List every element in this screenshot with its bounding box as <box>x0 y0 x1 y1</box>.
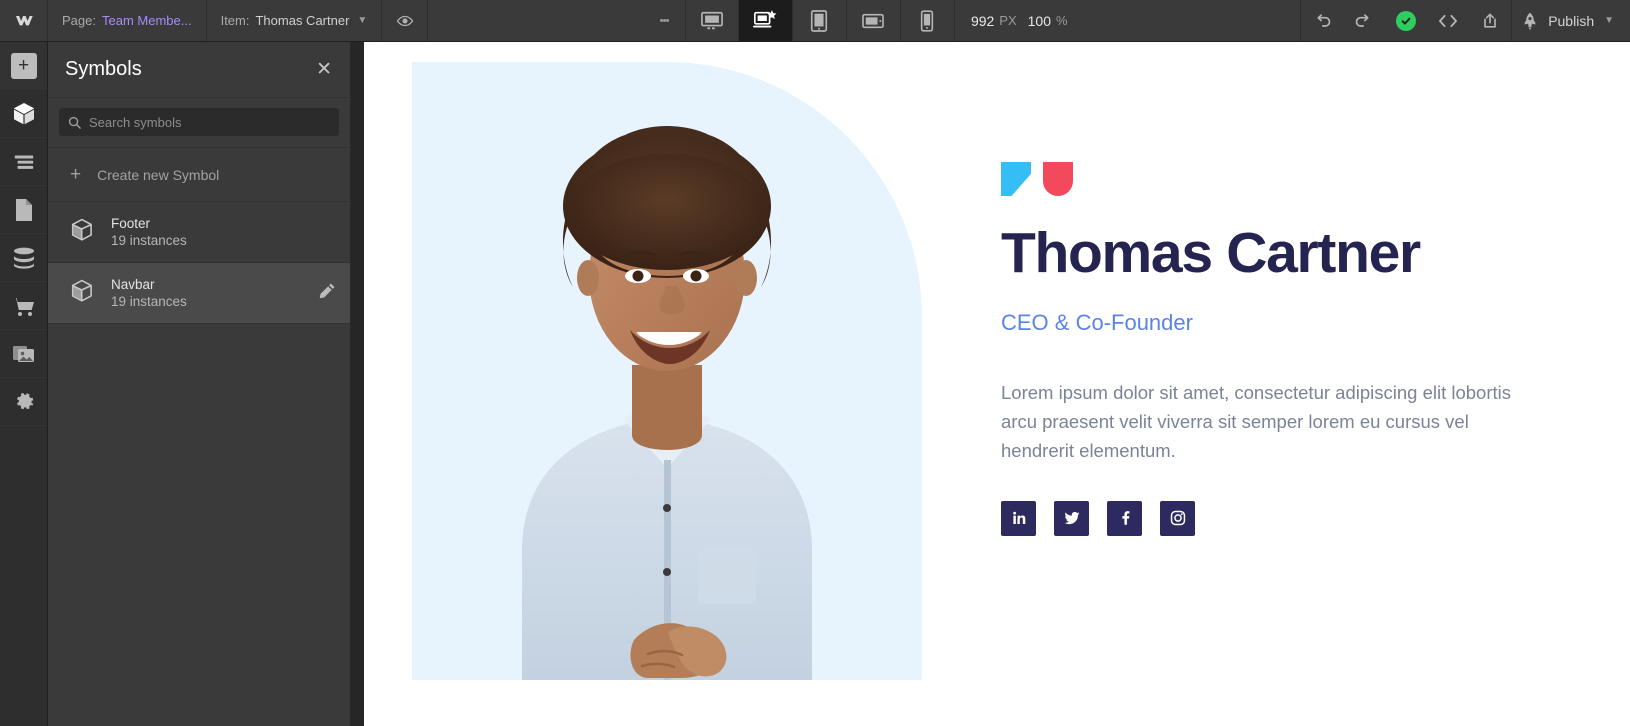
zoom-unit: % <box>1056 13 1068 28</box>
page-document-icon <box>15 198 32 221</box>
zoom-value: 100 <box>1027 12 1051 29</box>
settings-panel-button[interactable] <box>0 378 47 426</box>
facebook-link[interactable] <box>1107 500 1142 536</box>
toolbar-spacer-right <box>1084 0 1301 41</box>
design-canvas[interactable]: Thomas Cartner CEO & Co-Founder Lorem ip… <box>364 42 1630 726</box>
item-value: Thomas Cartner <box>255 13 350 28</box>
tablet-breakpoint[interactable] <box>793 0 847 41</box>
code-brackets-icon[interactable] <box>1427 0 1469 41</box>
symbol-texts: Footer 19 instances <box>111 215 336 249</box>
webflow-logo-icon[interactable] <box>0 0 48 41</box>
portrait-image <box>522 126 812 680</box>
export-share-icon[interactable] <box>1469 0 1511 41</box>
breakpoint-switcher <box>684 0 955 41</box>
publish-button[interactable]: Publish ▼ <box>1511 0 1630 41</box>
team-member-photo-panel <box>412 62 922 680</box>
page-label: Page: <box>62 13 96 28</box>
cube-symbol-icon <box>67 215 97 250</box>
gear-icon <box>16 392 33 409</box>
more-vertical-icon[interactable] <box>645 0 685 41</box>
webflow-designer-window: Page: Team Membe... Item: Thomas Cartner… <box>0 0 1630 726</box>
create-new-symbol-label: Create new Symbol <box>97 166 220 183</box>
facebook-icon <box>1121 511 1129 526</box>
symbols-panel-button[interactable] <box>0 90 47 138</box>
symbol-name: Navbar <box>111 277 155 292</box>
team-member-info: Thomas Cartner CEO & Co-Founder Lorem ip… <box>1001 162 1561 536</box>
symbol-texts: Navbar 19 instances <box>111 276 319 310</box>
page-value: Team Membe... <box>101 13 192 28</box>
symbol-instance-count: 19 instances <box>111 294 187 309</box>
search-icon <box>68 116 81 129</box>
symbols-panel-header: Symbols ✕ <box>48 42 350 98</box>
page-selector[interactable]: Page: Team Membe... <box>48 0 207 41</box>
publish-label: Publish <box>1548 12 1595 29</box>
left-icon-rail: + <box>0 42 48 726</box>
symbols-panel: Symbols ✕ + Create new Symbol Footer 19 … <box>48 42 351 726</box>
add-elements-button[interactable]: + <box>0 42 47 90</box>
image-stack-icon <box>12 345 34 362</box>
checkmark-saved-icon[interactable] <box>1385 0 1427 41</box>
redo-icon[interactable] <box>1343 0 1385 41</box>
cms-panel-button[interactable] <box>0 234 47 282</box>
cube-symbol-icon <box>67 276 97 311</box>
ecommerce-panel-button[interactable] <box>0 282 47 330</box>
person-role: CEO & Co-Founder <box>1001 309 1193 335</box>
cube-symbol-icon <box>13 102 34 124</box>
linkedin-icon <box>1012 512 1025 525</box>
shopping-cart-icon <box>12 297 34 316</box>
panel-title: Symbols <box>65 58 142 80</box>
symbol-instance-count: 19 instances <box>111 233 187 248</box>
instagram-icon <box>1170 511 1185 526</box>
rocket-icon <box>1524 12 1536 30</box>
close-x-icon[interactable]: ✕ <box>316 60 332 79</box>
pencil-edit-icon[interactable] <box>319 282 336 304</box>
base-breakpoint[interactable] <box>738 0 793 41</box>
navigator-lines-icon <box>14 155 33 169</box>
mobile-portrait-breakpoint[interactable] <box>901 0 955 41</box>
desktop-breakpoint[interactable] <box>684 0 739 41</box>
twitter-icon <box>1064 512 1079 525</box>
item-label: Item: <box>220 13 250 28</box>
canvas-size-indicator[interactable]: 992 PX 100 % <box>955 0 1084 41</box>
toolbar-actions: Publish ▼ <box>1300 0 1630 41</box>
person-name: Thomas Cartner <box>1001 221 1421 285</box>
assets-panel-button[interactable] <box>0 330 47 378</box>
navigator-panel-button[interactable] <box>0 138 47 186</box>
linkedin-link[interactable] <box>1001 500 1036 536</box>
create-new-symbol-button[interactable]: + Create new Symbol <box>48 148 350 202</box>
eye-preview-icon[interactable] <box>382 0 429 41</box>
symbol-list-item-footer[interactable]: Footer 19 instances <box>48 202 350 263</box>
decorative-shapes <box>1001 162 1561 196</box>
plus-icon: + <box>10 52 37 79</box>
canvas-width-value: 992 <box>970 12 995 29</box>
database-icon <box>13 247 34 269</box>
search-symbols-box[interactable] <box>59 108 339 136</box>
symbol-list-item-navbar[interactable]: Navbar 19 instances <box>48 263 350 324</box>
symbol-name: Footer <box>111 216 151 231</box>
search-input[interactable] <box>89 114 330 130</box>
pages-panel-button[interactable] <box>0 186 47 234</box>
chevron-down-icon: ▼ <box>1604 15 1615 26</box>
instagram-link[interactable] <box>1160 500 1195 536</box>
chevron-down-icon: ▼ <box>357 15 368 26</box>
canvas-width-unit: PX <box>999 13 1017 28</box>
red-shield-decoration <box>1043 162 1073 196</box>
person-bio: Lorem ipsum dolor sit amet, consectetur … <box>1001 381 1512 461</box>
undo-icon[interactable] <box>1301 0 1343 41</box>
symbols-search-wrapper <box>48 98 350 148</box>
blue-triangle-decoration <box>1001 162 1031 196</box>
canvas-gutter <box>351 42 364 726</box>
plus-icon: + <box>70 164 82 185</box>
item-selector[interactable]: Item: Thomas Cartner ▼ <box>207 0 383 41</box>
mobile-landscape-breakpoint[interactable] <box>847 0 901 41</box>
top-toolbar: Page: Team Membe... Item: Thomas Cartner… <box>0 0 1630 42</box>
social-links <box>1001 500 1561 536</box>
twitter-link[interactable] <box>1054 500 1089 536</box>
